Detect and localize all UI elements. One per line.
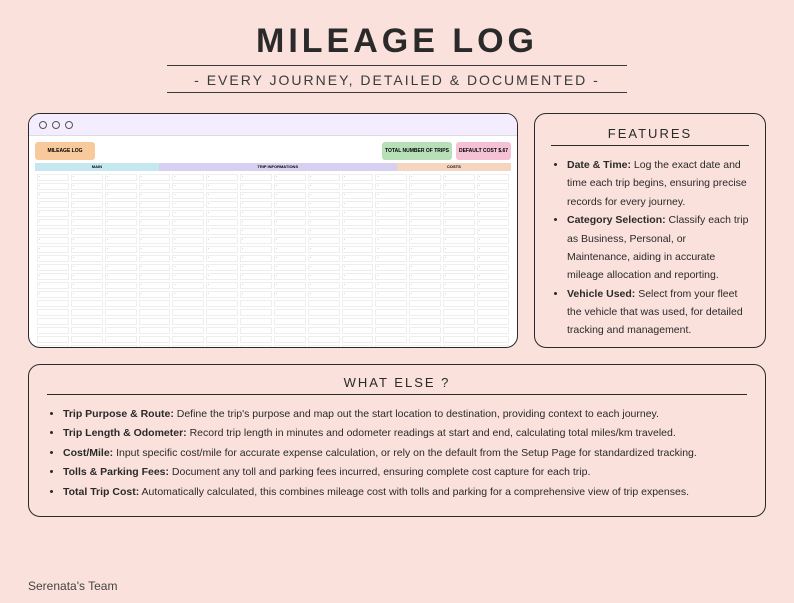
footer-credit: Serenata's Team [28, 579, 117, 593]
window-titlebar [29, 114, 517, 136]
metric-trips-badge: TOTAL NUMBER OF TRIPS [382, 142, 452, 160]
features-panel: FEATURES Date & Time: Log the exact date… [534, 113, 766, 348]
feature-item: Date & Time: Log the exact date and time… [567, 156, 749, 211]
whatelse-item: Trip Purpose & Route: Define the trip's … [63, 405, 747, 424]
page-subtitle: - EVERY JOURNEY, DETAILED & DOCUMENTED - [0, 72, 794, 88]
whatelse-item: Tolls & Parking Fees: Document any toll … [63, 463, 747, 482]
whatelse-list: Trip Purpose & Route: Define the trip's … [47, 405, 747, 502]
features-list: Date & Time: Log the exact date and time… [551, 156, 749, 340]
feature-item: Vehicle Used: Select from your fleet the… [567, 285, 749, 340]
window-dot-icon [52, 121, 60, 129]
title-divider [167, 65, 627, 66]
page-title: MILEAGE LOG [0, 22, 794, 61]
window-dot-icon [65, 121, 73, 129]
features-divider [551, 145, 749, 146]
features-title: FEATURES [551, 126, 749, 141]
section-main: MAIN [35, 163, 159, 171]
whatelse-divider [47, 394, 747, 395]
whatelse-item: Cost/Mile: Input specific cost/mile for … [63, 444, 747, 463]
whatelse-item: Trip Length & Odometer: Record trip leng… [63, 424, 747, 443]
whatelse-item: Total Trip Cost: Automatically calculate… [63, 483, 747, 502]
window-dot-icon [39, 121, 47, 129]
mileage-data-table: ········································… [35, 172, 511, 348]
page-header: MILEAGE LOG - EVERY JOURNEY, DETAILED & … [0, 0, 794, 93]
section-costs: COSTS [397, 163, 511, 171]
whatelse-panel: WHAT ELSE ? Trip Purpose & Route: Define… [28, 364, 766, 517]
whatelse-title: WHAT ELSE ? [47, 375, 747, 390]
feature-item: Category Selection: Classify each trip a… [567, 211, 749, 285]
section-trip-info: TRIP INFORMATIONS [159, 163, 397, 171]
sheet-logo-badge: MILEAGE LOG [35, 142, 95, 160]
spreadsheet-preview: MILEAGE LOG TOTAL NUMBER OF TRIPS DEFAUL… [28, 113, 518, 348]
metric-cost-badge: DEFAULT COST $.67 [456, 142, 511, 160]
